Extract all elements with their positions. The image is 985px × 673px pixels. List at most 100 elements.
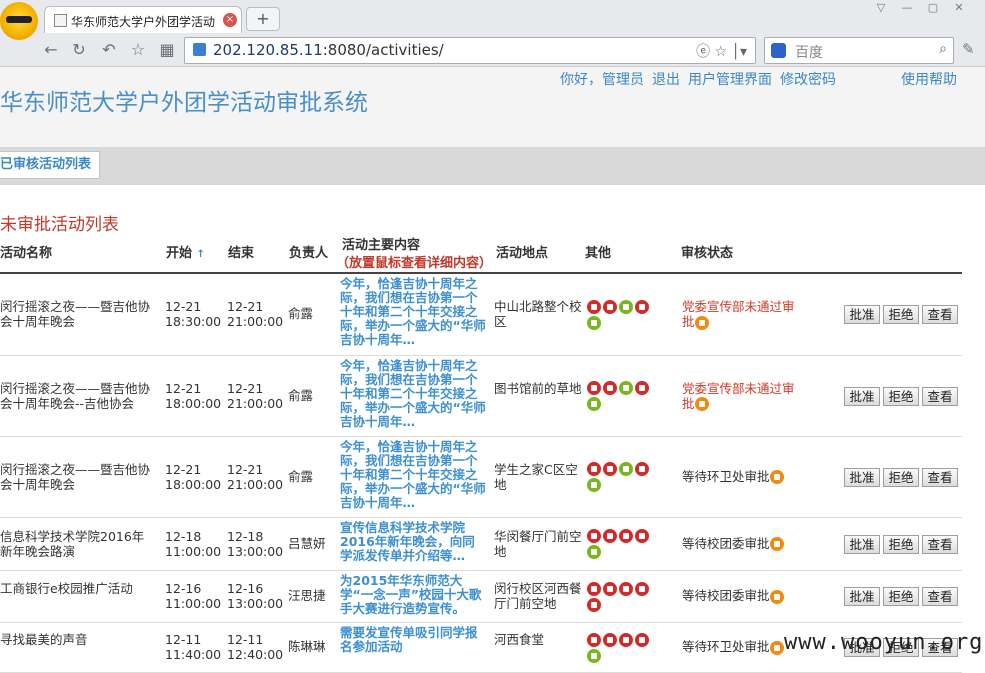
- card-icon[interactable]: [603, 381, 617, 395]
- end-time-text: 12:40:00: [227, 647, 284, 662]
- tab-close-icon[interactable]: ×: [223, 13, 237, 27]
- end-date-text: 12-18: [227, 528, 264, 544]
- phone-icon[interactable]: [769, 640, 784, 655]
- heart-icon[interactable]: [635, 632, 649, 647]
- card-icon[interactable]: [603, 581, 617, 596]
- user-management-link[interactable]: 用户管理界面: [688, 72, 772, 88]
- person-icon[interactable]: [619, 299, 633, 314]
- tab-approved-list[interactable]: 已审核活动列表: [0, 151, 101, 179]
- view-button[interactable]: 查看: [922, 587, 958, 606]
- card-icon[interactable]: [603, 299, 617, 314]
- flag-icon[interactable]: [587, 632, 601, 647]
- card-icon[interactable]: [603, 529, 617, 543]
- heart-icon[interactable]: [635, 581, 649, 596]
- view-button[interactable]: 查看: [922, 534, 958, 554]
- undo-close-icon[interactable]: ↶: [98, 40, 120, 60]
- document-icon[interactable]: [587, 597, 601, 612]
- address-bar[interactable]: 202.120.85.11:8080/activities/ ⓔ ☆ │▾: [184, 37, 756, 64]
- new-tab-button[interactable]: +: [246, 7, 280, 31]
- flag-icon[interactable]: [587, 299, 601, 314]
- view-button[interactable]: 查看: [922, 467, 958, 487]
- search-box[interactable]: 百度 ⌕: [764, 37, 954, 64]
- person-icon[interactable]: [619, 381, 633, 395]
- logout-link[interactable]: 退出: [652, 72, 680, 88]
- start-time-text: 11:40:00: [165, 647, 222, 662]
- document-icon[interactable]: [587, 545, 601, 559]
- settings-wrench-icon[interactable]: ✎: [962, 40, 982, 60]
- document-icon[interactable]: [587, 397, 601, 411]
- heart-icon[interactable]: [635, 529, 649, 543]
- end-time-text: 21:00:00: [227, 314, 284, 329]
- approve-button[interactable]: 批准: [844, 587, 880, 606]
- flag-icon[interactable]: [587, 462, 601, 476]
- view-button[interactable]: 查看: [922, 386, 958, 406]
- approve-button[interactable]: 批准: [844, 386, 880, 406]
- document-icon[interactable]: [587, 648, 601, 663]
- person-icon[interactable]: [619, 529, 633, 543]
- end-time: 12-21 21:00:00: [227, 462, 283, 492]
- close-window-icon[interactable]: ✕: [946, 1, 972, 15]
- row-actions: 批准 拒绝 查看: [844, 534, 961, 554]
- maximize-icon[interactable]: ▢: [920, 1, 946, 15]
- start-date-text: 12-21: [165, 380, 202, 396]
- activity-name: 信息科学技术学院2016年新年晚会路演: [0, 528, 145, 559]
- col-location: 活动地点: [496, 246, 549, 261]
- activity-content[interactable]: 今年，恰逢吉协十周年之际，我们想在吉协第一个十年和第二个十年交接之际，举办一个盛…: [340, 440, 486, 510]
- view-button[interactable]: 查看: [922, 305, 958, 324]
- card-icon[interactable]: [603, 462, 617, 476]
- phone-icon[interactable]: [694, 397, 709, 411]
- document-icon[interactable]: [587, 315, 601, 330]
- activity-content[interactable]: 需要发宣传单吸引同学报名参加活动: [340, 626, 486, 654]
- activity-content[interactable]: 今年，恰逢吉协十周年之际，我们想在吉协第一个十年和第二个十年交接之际，举办一个盛…: [340, 359, 486, 429]
- address-actions-icons[interactable]: ⓔ ☆ │▾: [696, 41, 747, 61]
- phone-icon[interactable]: [769, 470, 784, 484]
- start-date-text: 12-21: [165, 461, 202, 477]
- approve-button[interactable]: 批准: [844, 305, 880, 324]
- activity-content[interactable]: 宣传信息科学技术学院2016年新年晚会，向同学派发传单并介绍等…: [340, 521, 486, 563]
- site-title: 华东师范大学户外团学活动审批系统: [0, 90, 368, 116]
- minimize-icon[interactable]: —: [894, 1, 920, 15]
- activity-content[interactable]: 为2015年华东师范大学“一念一声”校园十大歌手大赛进行造势宣传。: [340, 574, 486, 616]
- heart-icon[interactable]: [635, 381, 649, 395]
- apps-grid-icon[interactable]: ▦: [156, 40, 178, 60]
- skin-icon[interactable]: ▽: [868, 1, 894, 15]
- reload-icon[interactable]: ↻: [68, 40, 90, 60]
- end-time-text: 21:00:00: [227, 395, 284, 411]
- site-security-icon: [193, 43, 206, 56]
- flag-icon[interactable]: [587, 381, 601, 395]
- flag-icon[interactable]: [587, 529, 601, 543]
- favorite-star-icon[interactable]: ☆: [127, 40, 149, 60]
- activity-content[interactable]: 今年，恰逢吉协十周年之际，我们想在吉协第一个十年和第二个十年交接之际，举办一个盛…: [340, 277, 486, 347]
- reject-button[interactable]: 拒绝: [883, 386, 919, 406]
- help-link[interactable]: 使用帮助: [901, 69, 957, 89]
- reject-button[interactable]: 拒绝: [883, 587, 919, 606]
- heart-icon[interactable]: [635, 299, 649, 314]
- end-date-text: 12-21: [227, 299, 264, 314]
- col-start[interactable]: 开始 ↑: [166, 242, 205, 261]
- search-placeholder[interactable]: 百度: [795, 42, 823, 62]
- reject-button[interactable]: 拒绝: [883, 534, 919, 554]
- approve-button[interactable]: 批准: [844, 534, 880, 554]
- reject-button[interactable]: 拒绝: [883, 467, 919, 487]
- phone-icon[interactable]: [769, 537, 784, 551]
- browser-tab[interactable]: 华东师范大学户外团学活动 ×: [44, 6, 242, 33]
- flag-icon[interactable]: [587, 581, 601, 596]
- col-other: 其他: [585, 246, 612, 261]
- card-icon[interactable]: [603, 632, 617, 647]
- row-actions: 批准 拒绝 查看: [844, 386, 961, 406]
- change-password-link[interactable]: 修改密码: [780, 72, 836, 88]
- reject-button[interactable]: 拒绝: [883, 305, 919, 324]
- heart-icon[interactable]: [635, 462, 649, 476]
- phone-icon[interactable]: [769, 589, 784, 604]
- approve-button[interactable]: 批准: [844, 467, 880, 487]
- person-icon[interactable]: [619, 462, 633, 476]
- document-icon[interactable]: [587, 478, 601, 492]
- search-icon[interactable]: ⌕: [939, 41, 947, 57]
- address-url[interactable]: 202.120.85.11:8080/activities/: [213, 41, 444, 59]
- back-icon[interactable]: ←: [40, 40, 62, 60]
- person-icon[interactable]: [619, 581, 633, 596]
- start-date-text: 12-21: [165, 299, 202, 314]
- person-icon[interactable]: [619, 632, 633, 647]
- col-end[interactable]: 结束: [228, 242, 254, 261]
- phone-icon[interactable]: [694, 315, 709, 330]
